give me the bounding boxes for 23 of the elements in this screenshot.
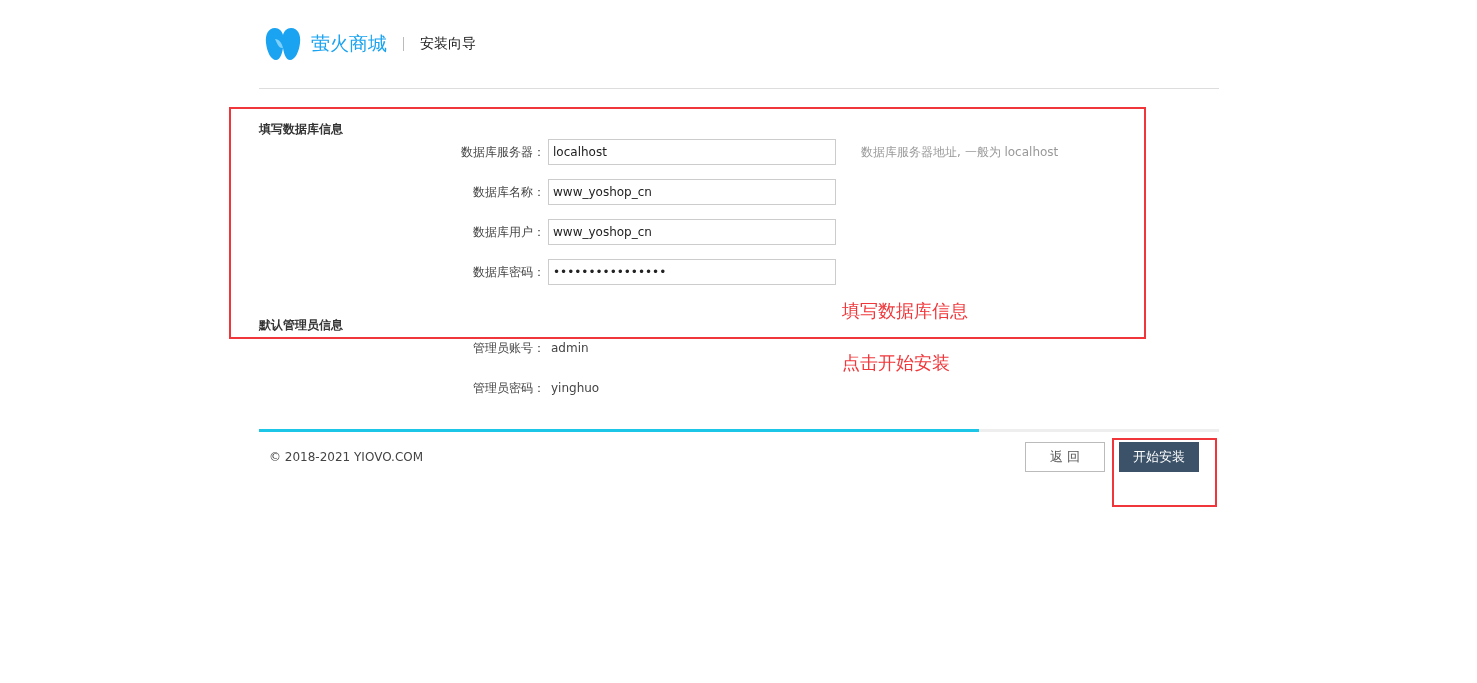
brand-name: 萤火商城 [311,31,387,56]
field-label: 数据库服务器： [460,143,545,161]
field-value: yinghuo [551,381,600,395]
field-label: 数据库名称： [472,183,545,201]
field-hint: 数据库服务器地址, 一般为 localhost [861,143,1059,161]
annotation-text: 填写数据库信息 [842,299,968,323]
section-title: 填写数据库信息 [259,121,344,138]
input-field[interactable]: www_yoshop_cn [548,219,836,245]
page-title: 安装向导 [420,35,476,53]
field-label: 数据库用户： [472,223,545,241]
copyright-text: © 2018-2021 YIOVO.COM [269,450,424,464]
field-value: admin [551,341,589,355]
input-field[interactable]: •••••••••••••••• [548,259,836,285]
annotation-text: 点击开始安装 [842,351,950,375]
input-field[interactable]: localhost [548,139,836,165]
start-install-button[interactable]: 开始安装 [1119,442,1199,472]
back-button[interactable]: 返 回 [1025,442,1105,472]
field-label: 管理员密码： [472,379,545,397]
section-title: 默认管理员信息 [259,317,344,334]
field-label: 管理员账号： [472,339,545,357]
logo-icon [265,27,301,61]
input-field[interactable]: www_yoshop_cn [548,179,836,205]
field-label: 数据库密码： [472,263,545,281]
